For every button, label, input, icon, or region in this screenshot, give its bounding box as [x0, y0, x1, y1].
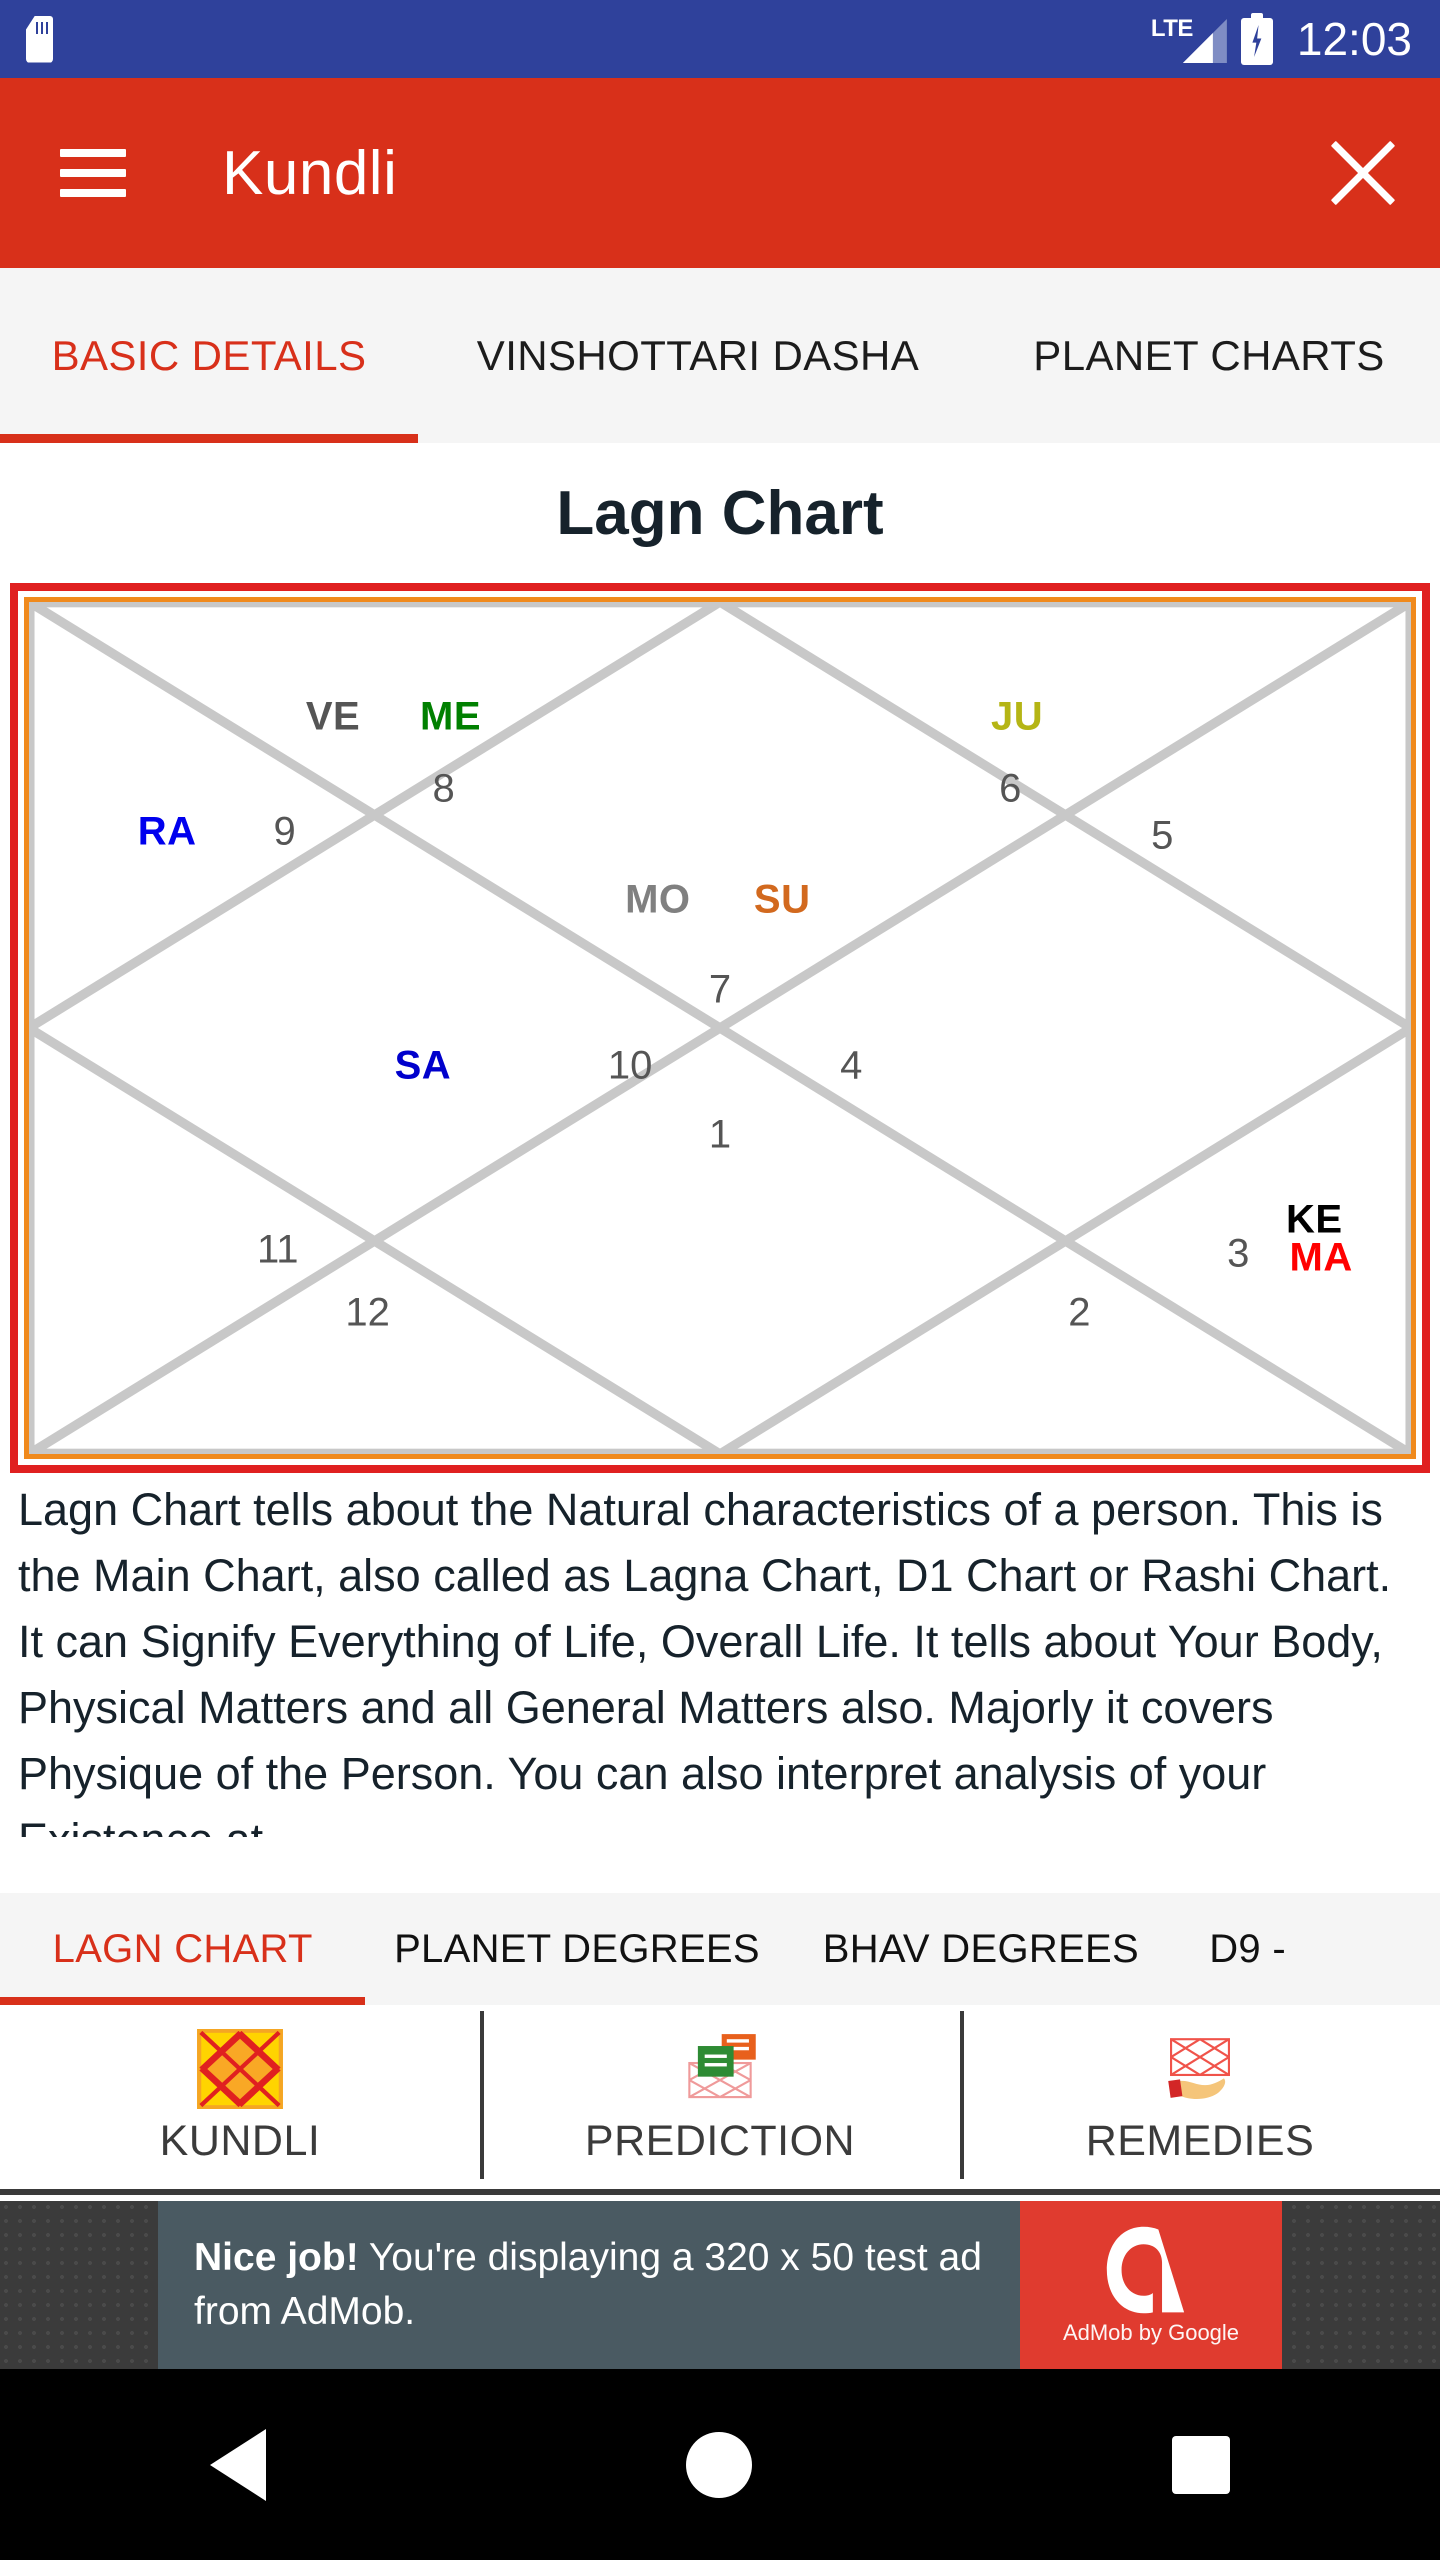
close-icon[interactable] [1326, 136, 1400, 210]
planet-ra: RA [137, 809, 197, 854]
house-number: 1 [708, 1112, 732, 1156]
ad-headline: Nice job! [194, 2236, 359, 2279]
subtab-label: LAGN CHART [52, 1926, 313, 1971]
network-type-label: LTE [1150, 15, 1194, 42]
kundli-chart-inner: VE ME 8 RA 9 JU 6 5 MO SU 7 SA 10 1 4 11 12 2 3 KE MA [24, 597, 1416, 1459]
back-triangle-icon[interactable] [210, 2428, 266, 2501]
house-number: 11 [256, 1227, 299, 1272]
house-number: 3 [1227, 1231, 1250, 1276]
status-bar-right-group: LTE 12:03 [1149, 13, 1412, 65]
subtab-lagn-chart[interactable]: LAGN CHART [0, 1893, 366, 2005]
house-number: 4 [840, 1043, 863, 1088]
home-circle-icon[interactable] [686, 2431, 752, 2498]
sd-card-icon [26, 15, 53, 63]
tab-basic-details[interactable]: BASIC DETAILS [0, 268, 418, 443]
tab-label: PLANET CHARTS [1033, 331, 1385, 379]
kundli-chart-container[interactable]: VE ME 8 RA 9 JU 6 5 MO SU 7 SA 10 1 4 11 12 2 3 KE MA [10, 583, 1430, 1473]
nav-item-remedies[interactable]: REMEDIES [960, 2005, 1440, 2189]
subtab-label: PLANET DEGREES [394, 1926, 760, 1971]
nav-item-kundli[interactable]: KUNDLI [0, 2005, 480, 2189]
planet-su: SU [753, 877, 811, 922]
remedies-hand-icon [1168, 2037, 1230, 2099]
planet-mo: MO [625, 877, 691, 922]
nav-label: PREDICTION [584, 2116, 856, 2165]
kundli-chart-labels: VE ME 8 RA 9 JU 6 5 MO SU 7 SA 10 1 4 11 12 2 3 KE MA [29, 602, 1411, 1454]
recents-square-icon[interactable] [1172, 2435, 1230, 2494]
nav-label: REMEDIES [1085, 2116, 1315, 2165]
admob-logo-icon [1106, 2226, 1185, 2314]
top-tab-bar: BASIC DETAILS VINSHOTTARI DASHA PLANET C… [0, 268, 1440, 443]
tab-planet-charts[interactable]: PLANET CHARTS [978, 268, 1440, 443]
signal-bars-icon: LTE [1149, 13, 1227, 65]
subtab-planet-degrees[interactable]: PLANET DEGREES [365, 1893, 788, 2005]
planet-ma: MA [1289, 1235, 1353, 1280]
subtab-label: BHAV DEGREES [822, 1926, 1140, 1971]
house-number: 8 [432, 766, 455, 811]
house-number: 7 [708, 967, 732, 1012]
house-number: 2 [1068, 1290, 1091, 1335]
tab-label: VINSHOTTARI DASHA [476, 331, 920, 379]
ad-zone: Nice job! You're displaying a 320 x 50 t… [0, 2201, 1440, 2369]
planet-sa: SA [394, 1043, 452, 1088]
planet-me: ME [420, 694, 481, 739]
chart-type-tab-bar: LAGN CHART PLANET DEGREES BHAV DEGREES D… [0, 1893, 1440, 2005]
nav-item-prediction[interactable]: PREDICTION [480, 2005, 960, 2189]
chart-description-text: Lagn Chart tells about the Natural chara… [18, 1484, 1392, 1837]
house-number: 6 [999, 766, 1022, 811]
battery-charging-icon [1240, 13, 1273, 65]
status-bar-clock: 12:03 [1296, 13, 1412, 65]
ad-brand-label: AdMob by Google [1062, 2320, 1240, 2345]
system-navigation-bar [0, 2369, 1440, 2560]
status-bar: LTE 12:03 [0, 0, 1440, 78]
subtab-bhav-degrees[interactable]: BHAV DEGREES [789, 1893, 1174, 2005]
subtab-d9[interactable]: D9 - [1173, 1893, 1440, 2005]
ad-banner[interactable]: Nice job! You're displaying a 320 x 50 t… [158, 2201, 1282, 2369]
bottom-navigation: KUNDLI PREDICTION REMEDIES [0, 2005, 1440, 2195]
chart-title-text: Lagn Chart [556, 478, 884, 548]
page-title: Kundli [222, 138, 398, 208]
hamburger-menu-icon[interactable] [60, 149, 126, 197]
ad-logo-panel: AdMob by Google [1020, 2201, 1282, 2369]
chart-section-title: Lagn Chart [0, 443, 1440, 583]
subtab-label: D9 - [1209, 1926, 1286, 1971]
house-number: 9 [273, 809, 296, 854]
house-number: 10 [607, 1043, 653, 1088]
tab-vinshottari-dasha[interactable]: VINSHOTTARI DASHA [418, 268, 978, 443]
nav-label: KUNDLI [159, 2116, 321, 2165]
prediction-document-icon [688, 2033, 756, 2098]
ad-text-panel: Nice job! You're displaying a 320 x 50 t… [158, 2201, 1020, 2369]
app-bar: Kundli [0, 78, 1440, 268]
tab-label: BASIC DETAILS [51, 331, 367, 379]
planet-ju: JU [991, 694, 1044, 739]
house-number: 5 [1151, 813, 1174, 858]
planet-ve: VE [305, 694, 361, 739]
app-screen: LTE 12:03 Kundli BASIC DETAILS VINSHOTTA… [0, 0, 1440, 2560]
kundli-chart-icon [197, 2028, 283, 2109]
house-number: 12 [345, 1290, 390, 1335]
